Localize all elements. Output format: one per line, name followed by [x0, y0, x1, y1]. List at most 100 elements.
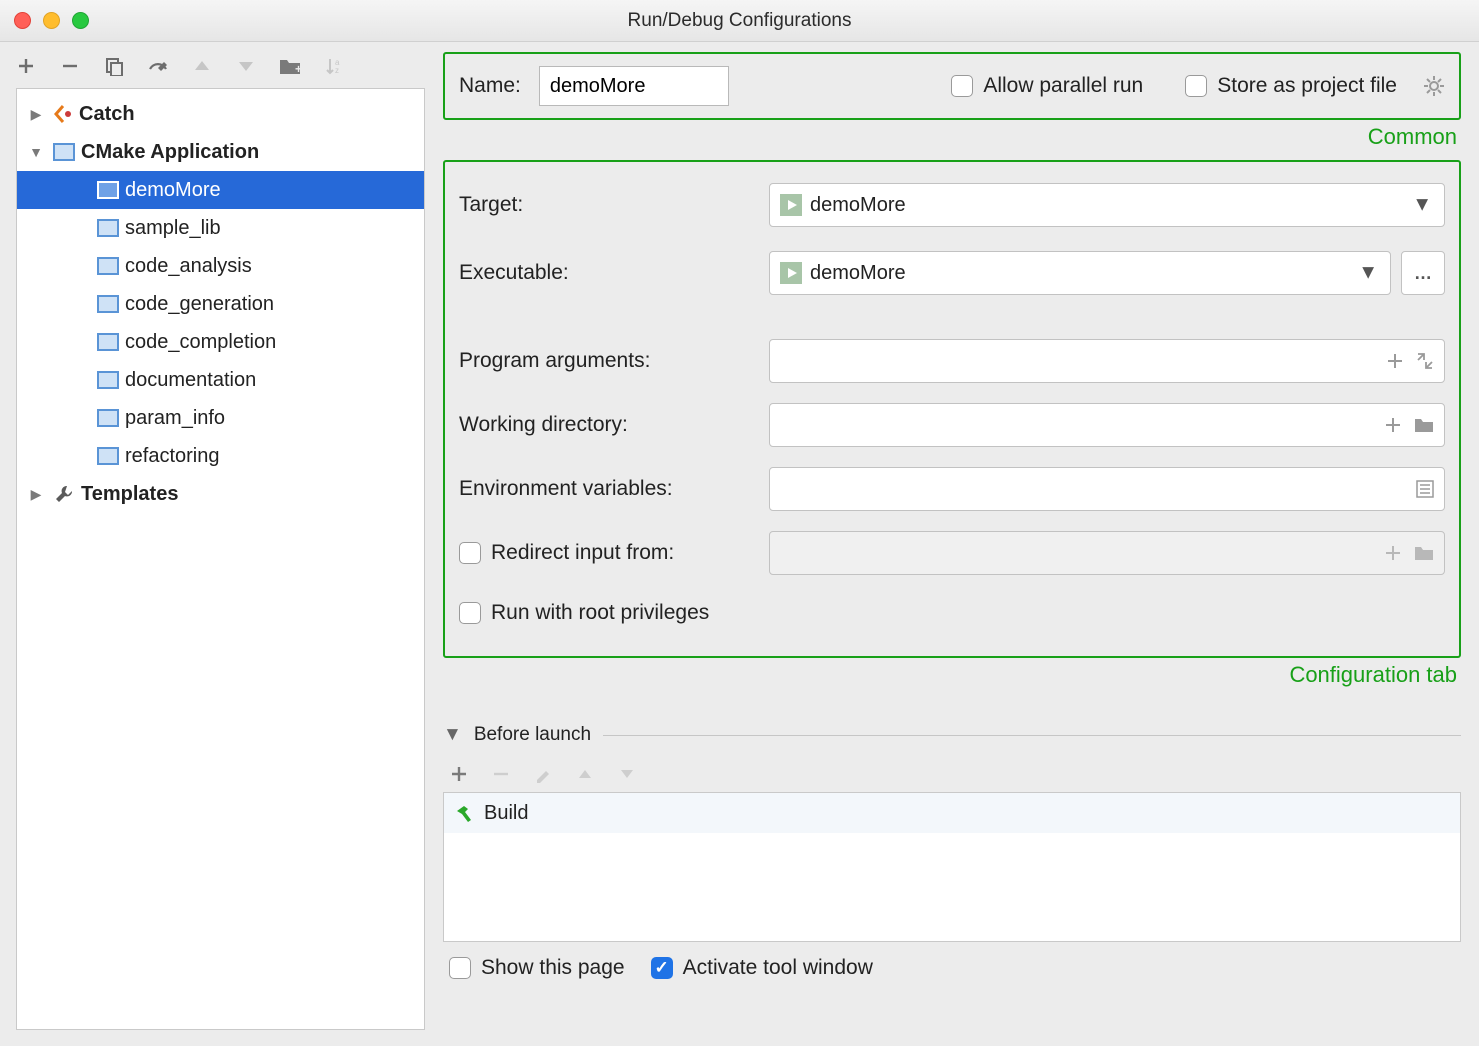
sidebar-toolbar: + az	[0, 48, 441, 88]
tree-label: Templates	[81, 483, 178, 506]
dropdown-value: demoMore	[810, 194, 906, 217]
list-icon[interactable]	[1416, 480, 1434, 498]
checkbox-icon[interactable]	[449, 957, 471, 979]
tree-item[interactable]: code_generation	[17, 285, 424, 323]
browse-executable-button[interactable]: …	[1401, 251, 1445, 295]
insert-macro-icon[interactable]	[1384, 416, 1402, 434]
checkbox-label: Run with root privileges	[491, 601, 709, 625]
chevron-down-icon[interactable]: ▼	[443, 724, 462, 746]
main-panel: Name: Allow parallel run Store as projec…	[441, 42, 1479, 1046]
tree-node-cmake[interactable]: ▼ CMake Application	[17, 133, 424, 171]
tree-item[interactable]: code_analysis	[17, 247, 424, 285]
insert-macro-icon	[1384, 544, 1402, 562]
tree-node-templates[interactable]: ▶ Templates	[17, 475, 424, 513]
tree-item-demomore[interactable]: demoMore	[17, 171, 424, 209]
divider	[603, 735, 1461, 736]
folder-icon	[1414, 544, 1434, 562]
catch-icon	[53, 104, 73, 124]
edit-config-icon[interactable]	[146, 54, 170, 78]
program-args-input[interactable]	[769, 339, 1445, 383]
title-bar: Run/Debug Configurations	[0, 0, 1479, 42]
tree-item[interactable]: code_completion	[17, 323, 424, 361]
configuration-annotation: Configuration tab	[443, 662, 1457, 688]
tree-item[interactable]: param_info	[17, 399, 424, 437]
allow-parallel-checkbox[interactable]: Allow parallel run	[951, 74, 1143, 98]
hammer-icon	[454, 803, 474, 823]
svg-text:+: +	[295, 62, 302, 76]
tree-item-label: documentation	[125, 369, 256, 392]
config-tree[interactable]: ▶ Catch ▼ CMake Application demoMore sam…	[16, 88, 425, 1030]
cmake-icon	[97, 181, 119, 199]
tree-item-label: refactoring	[125, 445, 220, 468]
gear-icon[interactable]	[1423, 75, 1445, 97]
window-title: Run/Debug Configurations	[0, 10, 1479, 32]
chevron-down-icon: ▼	[1412, 194, 1432, 217]
executable-label: Executable:	[459, 261, 769, 285]
tree-item-label: sample_lib	[125, 217, 221, 240]
cmake-icon	[97, 333, 119, 351]
checkbox-label: Show this page	[481, 956, 625, 980]
expand-icon[interactable]	[1416, 352, 1434, 370]
insert-macro-icon[interactable]	[1386, 352, 1404, 370]
checkbox-label: Activate tool window	[683, 956, 873, 980]
name-input[interactable]	[539, 66, 729, 106]
tree-item[interactable]: documentation	[17, 361, 424, 399]
tree-item[interactable]: refactoring	[17, 437, 424, 475]
cmake-icon	[97, 257, 119, 275]
edit-task-icon	[531, 762, 555, 786]
folder-icon[interactable]	[1414, 416, 1434, 434]
env-input[interactable]	[769, 467, 1445, 511]
cmake-icon	[97, 447, 119, 465]
common-section: Name: Allow parallel run Store as projec…	[443, 52, 1461, 120]
tree-item-label: code_analysis	[125, 255, 252, 278]
tree-item-label: code_completion	[125, 331, 276, 354]
workdir-input[interactable]	[769, 403, 1445, 447]
move-task-down-icon	[615, 762, 639, 786]
checkbox-icon[interactable]	[651, 957, 673, 979]
store-project-checkbox[interactable]: Store as project file	[1185, 74, 1397, 98]
remove-config-icon[interactable]	[58, 54, 82, 78]
tree-item[interactable]: sample_lib	[17, 209, 424, 247]
chevron-right-icon[interactable]: ▶	[25, 486, 47, 503]
add-config-icon[interactable]	[14, 54, 38, 78]
checkbox-icon[interactable]	[951, 75, 973, 97]
chevron-down-icon[interactable]: ▼	[25, 144, 47, 160]
redirect-input-checkbox[interactable]: Redirect input from:	[459, 541, 769, 565]
tree-node-catch[interactable]: ▶ Catch	[17, 95, 424, 133]
before-launch-section: ▼ Before launch Build Show	[443, 724, 1461, 980]
cmake-icon	[97, 295, 119, 313]
activate-tool-window-checkbox[interactable]: Activate tool window	[651, 956, 873, 980]
move-down-icon	[234, 54, 258, 78]
name-label: Name:	[459, 74, 521, 98]
checkbox-icon[interactable]	[459, 602, 481, 624]
target-dropdown[interactable]: demoMore ▼	[769, 183, 1445, 227]
tree-item-label: code_generation	[125, 293, 274, 316]
checkbox-label: Redirect input from:	[491, 541, 674, 565]
chevron-down-icon: ▼	[1358, 262, 1378, 285]
add-task-icon[interactable]	[447, 762, 471, 786]
target-label: Target:	[459, 193, 769, 217]
before-launch-list[interactable]: Build	[443, 792, 1461, 942]
run-icon	[780, 262, 802, 284]
tree-item-label: demoMore	[125, 179, 221, 202]
dropdown-value: demoMore	[810, 262, 906, 285]
cmake-icon	[97, 371, 119, 389]
cmake-icon	[53, 143, 75, 161]
workdir-label: Working directory:	[459, 413, 769, 437]
checkbox-label: Store as project file	[1217, 74, 1397, 98]
chevron-right-icon[interactable]: ▶	[25, 106, 47, 123]
copy-config-icon[interactable]	[102, 54, 126, 78]
svg-text:z: z	[335, 66, 339, 75]
before-launch-item[interactable]: Build	[444, 793, 1460, 833]
checkbox-icon[interactable]	[1185, 75, 1207, 97]
executable-dropdown[interactable]: demoMore ▼	[769, 251, 1391, 295]
checkbox-icon[interactable]	[459, 542, 481, 564]
program-args-label: Program arguments:	[459, 349, 769, 373]
before-launch-toolbar	[447, 762, 1457, 786]
show-this-page-checkbox[interactable]: Show this page	[449, 956, 625, 980]
before-launch-title: Before launch	[474, 724, 591, 746]
checkbox-label: Allow parallel run	[983, 74, 1143, 98]
folder-add-icon[interactable]: +	[278, 54, 302, 78]
root-privileges-checkbox[interactable]: Run with root privileges	[459, 601, 709, 625]
sort-icon: az	[322, 54, 346, 78]
